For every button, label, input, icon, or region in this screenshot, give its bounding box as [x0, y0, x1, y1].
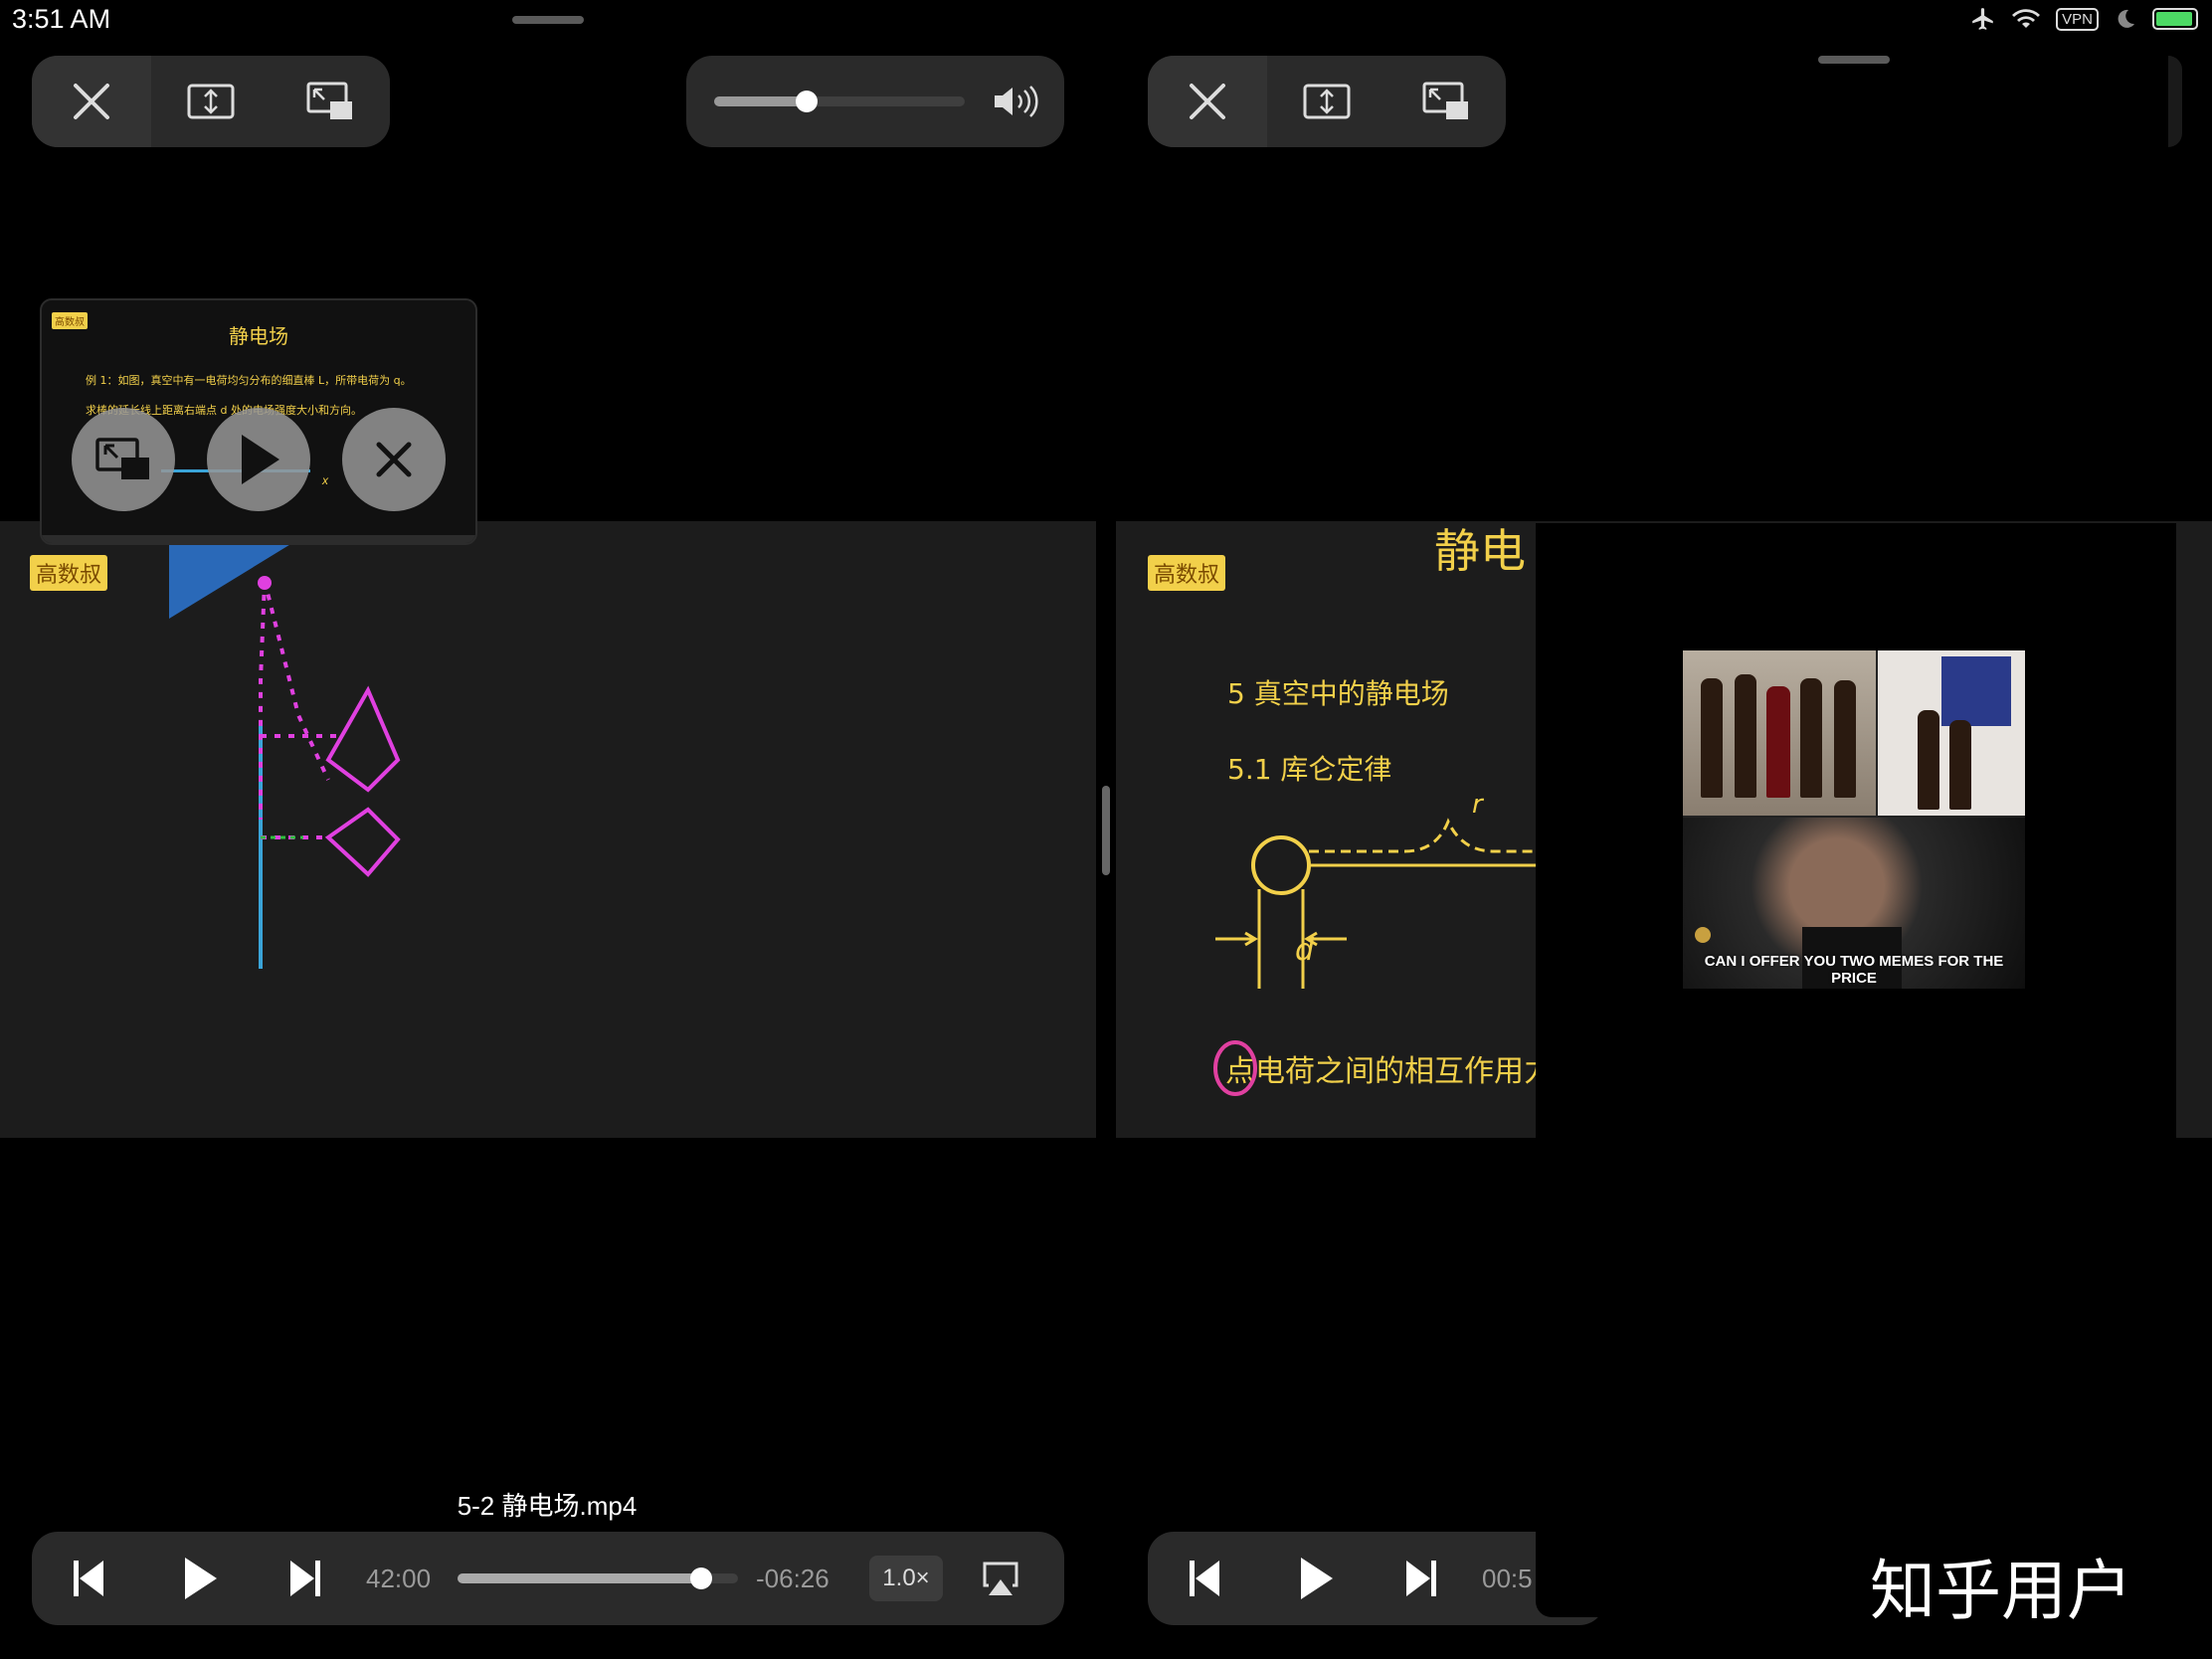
skip-back-icon[interactable]: [1188, 1559, 1221, 1598]
speaker-volume-icon[interactable]: [991, 84, 1042, 119]
pip-close-button[interactable]: [342, 408, 446, 511]
playback-progress-fill: [458, 1573, 702, 1583]
pip-button[interactable]: [1386, 56, 1506, 147]
pip-text-line-1: 例 1：如图，真空中有一电荷均匀分布的细直棒 L，所带电荷为 q。: [86, 374, 412, 387]
skip-forward-icon[interactable]: [288, 1559, 322, 1598]
video-file-title: 5-2 静电场.mp4: [457, 1491, 638, 1521]
elapsed-time: 00:5: [1482, 1564, 1533, 1593]
airplane-icon: [1972, 8, 1993, 30]
volume-slider[interactable]: [714, 91, 965, 112]
left-playback-bar: 42:00 -06:26 1.0×: [32, 1532, 1064, 1625]
pip-window[interactable]: 高数叔 静电场 例 1：如图，真空中有一电荷均匀分布的细直棒 L，所带电荷为 q…: [40, 298, 477, 545]
split-view-divider-handle[interactable]: [1102, 786, 1110, 875]
play-icon[interactable]: [1299, 1556, 1335, 1601]
top-grabber-left[interactable]: [512, 16, 584, 24]
label-r: r: [1472, 790, 1483, 820]
resize-button[interactable]: [1267, 56, 1386, 147]
fit-vertical-icon: [187, 84, 235, 119]
restore-from-pip-icon: [95, 438, 149, 479]
lecture-header: 静电: [1434, 524, 1526, 578]
close-icon: [1190, 84, 1225, 119]
playback-speed-button[interactable]: 1.0×: [869, 1556, 943, 1601]
picture-in-picture-icon: [306, 82, 352, 119]
fit-vertical-icon: [1303, 84, 1351, 119]
meme-caption: CAN I OFFER YOU TWO MEMES FOR THE PRICE: [1704, 953, 2004, 987]
pink-annotation-circle: [1213, 1040, 1257, 1096]
battery-icon: [2152, 8, 2198, 30]
volume-control: [686, 56, 1064, 147]
resize-button[interactable]: [151, 56, 271, 147]
airplay-icon[interactable]: [981, 1560, 1020, 1597]
playback-progress-knob[interactable]: [690, 1567, 712, 1589]
remaining-time: -06:26: [756, 1564, 830, 1593]
pip-axis-label: x: [322, 473, 328, 487]
playback-progress[interactable]: [458, 1567, 738, 1589]
pip-restore-button[interactable]: [72, 408, 175, 511]
wifi-icon: [2012, 9, 2041, 29]
left-top-toolbar: [32, 56, 390, 147]
pip-title: 静电场: [229, 324, 288, 348]
lecture-line-2: 5.1 库仑定律: [1227, 753, 1392, 786]
coulomb-diagram: [1215, 818, 1573, 989]
elapsed-time: 42:00: [366, 1564, 432, 1593]
pip-button[interactable]: [271, 56, 390, 147]
meme-image: CAN I OFFER YOU TWO MEMES FOR THE PRICE: [1683, 650, 2025, 989]
close-icon: [74, 84, 109, 119]
right-top-toolbar: [1148, 56, 1506, 147]
label-d: d: [1295, 933, 1315, 968]
top-grabber-right[interactable]: [1818, 56, 1890, 64]
close-button[interactable]: [32, 56, 151, 147]
play-icon[interactable]: [183, 1556, 219, 1601]
volume-slider-knob[interactable]: [796, 91, 818, 112]
meme-top-left: [1683, 650, 1876, 816]
skip-forward-icon[interactable]: [1404, 1559, 1438, 1598]
zhihu-watermark: 知乎用户: [1870, 1553, 2132, 1629]
status-icons: VPN: [1970, 6, 2198, 32]
left-video-frame[interactable]: 高数叔: [0, 521, 1096, 1138]
pip-bottom-bar: [42, 535, 475, 543]
vpn-badge: VPN: [2056, 7, 2099, 31]
picture-in-picture-icon: [1422, 82, 1468, 119]
meme-top-right: [1878, 650, 2025, 816]
moon-icon: [2118, 9, 2134, 28]
close-button[interactable]: [1148, 56, 1267, 147]
lecture-bottom-line: 点电荷之间的相互作用力: [1225, 1054, 1554, 1089]
skip-back-icon[interactable]: [72, 1559, 105, 1598]
right-volume-edge: [2168, 56, 2182, 147]
lecture-line-1: 5 真空中的静电场: [1227, 677, 1449, 710]
brand-tag: 高数叔: [1148, 555, 1226, 591]
video-drawing: [169, 521, 401, 969]
status-time: 3:51 AM: [12, 4, 111, 34]
pip-play-button[interactable]: [207, 408, 310, 511]
play-icon: [242, 435, 279, 484]
close-icon: [376, 442, 412, 477]
